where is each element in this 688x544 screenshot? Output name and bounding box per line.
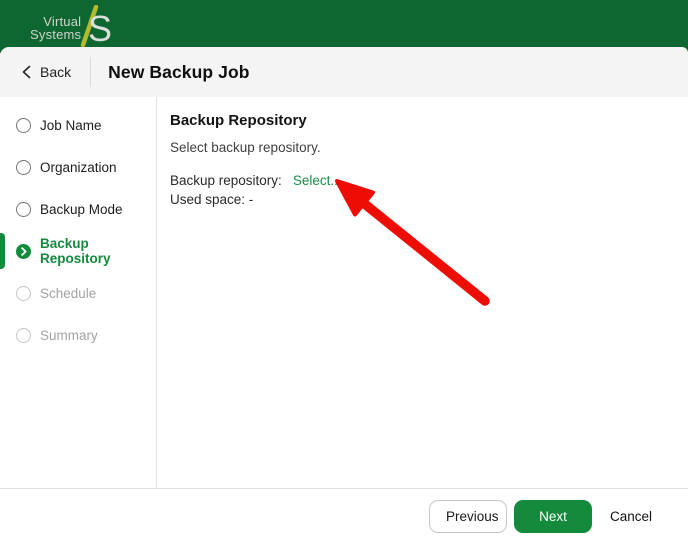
sidebar-item-schedule: Schedule — [0, 272, 156, 314]
page-title: New Backup Job — [108, 61, 250, 82]
previous-button[interactable]: Previous — [428, 499, 507, 533]
step-label: Schedule — [40, 285, 97, 301]
backup-repository-label: Backup repository: — [170, 173, 282, 188]
step-label: Organization — [40, 159, 117, 175]
sidebar-item-job-name[interactable]: Job Name — [0, 104, 156, 146]
step-circle-icon — [16, 285, 31, 301]
step-label: Job Name — [40, 117, 102, 133]
sidebar-item-backup-repository[interactable]: Backup Repository — [0, 230, 156, 272]
step-label: Backup Mode — [40, 201, 123, 217]
toolbar: Back New Backup Job — [0, 47, 688, 97]
sidebar-item-backup-mode[interactable]: Backup Mode — [0, 188, 156, 230]
brand-logo: Virtual Systems S — [30, 5, 116, 49]
next-button[interactable]: Next — [513, 499, 592, 533]
step-circle-icon — [16, 201, 31, 217]
back-button[interactable]: Back — [20, 60, 73, 84]
divider — [90, 57, 92, 87]
active-step-indicator — [0, 233, 5, 269]
sidebar-item-organization[interactable]: Organization — [0, 146, 156, 188]
step-subtitle: Select backup repository. — [170, 140, 321, 155]
main-area: Job Name Organization Backup Mode Backup… — [0, 97, 688, 488]
brand-logo-text: Virtual Systems — [30, 15, 81, 41]
step-circle-icon — [16, 117, 31, 133]
new-backup-job-window: Virtual Systems S Back New Backup Job Jo… — [0, 0, 688, 544]
step-label: Backup Repository — [40, 236, 111, 266]
used-space-value: Used space: - — [170, 192, 254, 207]
sidebar-item-summary: Summary — [0, 314, 156, 356]
step-circle-chevron-icon — [16, 243, 31, 259]
cancel-button[interactable]: Cancel — [604, 500, 658, 533]
step-label: Summary — [40, 327, 98, 343]
step-content-panel: Backup Repository Select backup reposito… — [157, 97, 688, 488]
select-repository-link[interactable]: Select... — [293, 171, 342, 190]
step-circle-icon — [16, 159, 31, 175]
chevron-left-icon — [22, 65, 31, 79]
step-heading: Backup Repository — [170, 112, 307, 129]
svg-text:S: S — [88, 8, 112, 49]
back-label: Back — [40, 64, 72, 80]
app-header: Virtual Systems S — [0, 0, 688, 53]
step-circle-icon — [16, 327, 31, 343]
wizard-steps-sidebar: Job Name Organization Backup Mode Backup… — [0, 97, 157, 488]
wizard-footer: Previous Next Cancel — [0, 488, 688, 543]
brand-word-systems: Systems — [30, 27, 82, 42]
